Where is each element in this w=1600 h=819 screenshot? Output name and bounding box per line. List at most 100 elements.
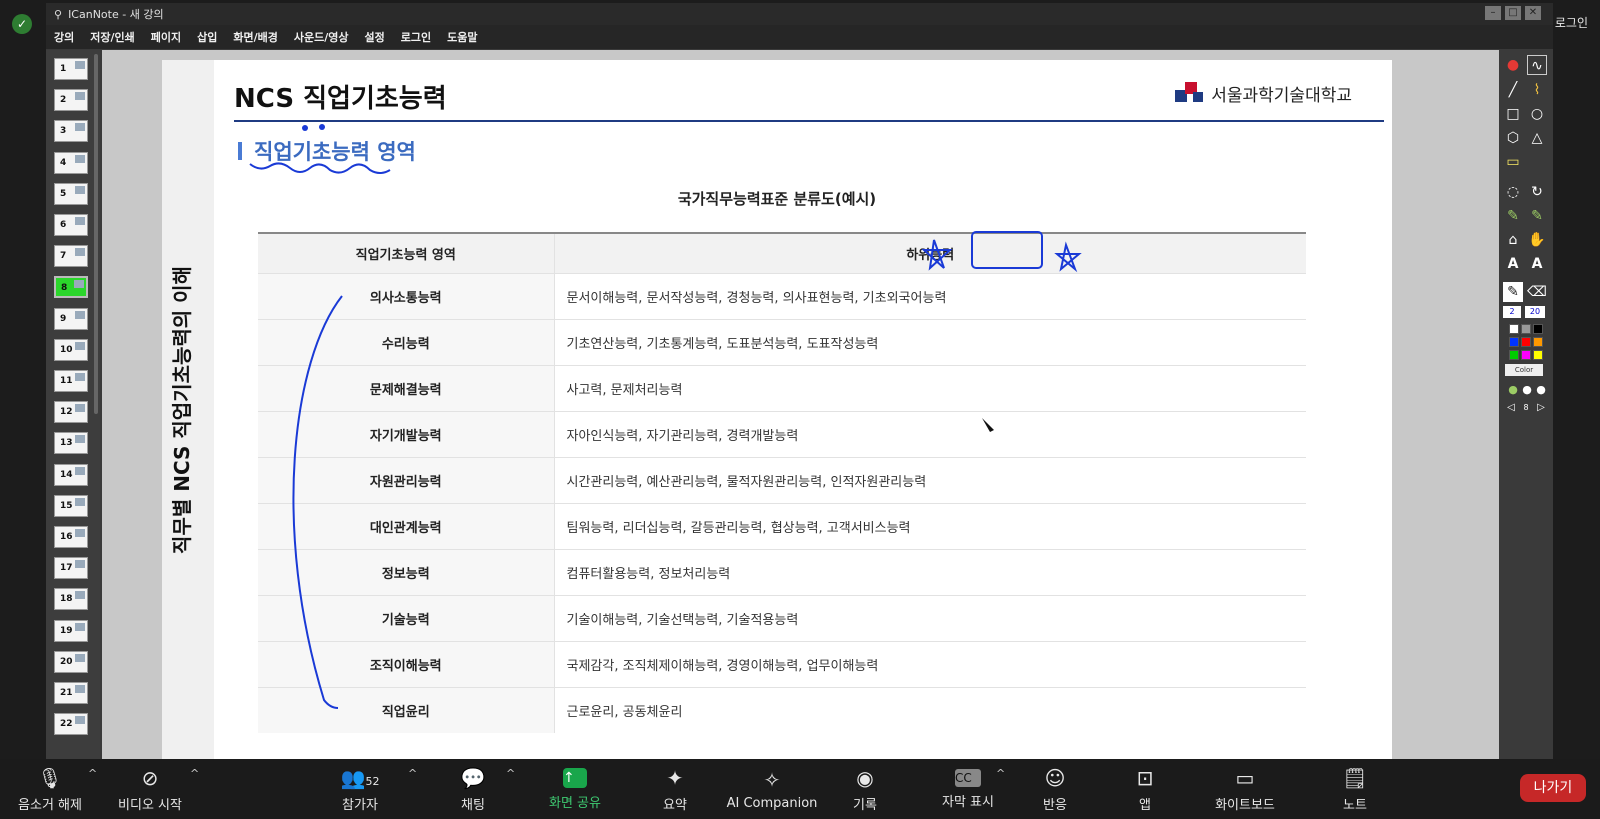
subskill-cell: 근로윤리, 공동체윤리 xyxy=(553,686,1306,733)
color-picker-button[interactable]: Color xyxy=(1505,364,1543,376)
notes-button[interactable]: 🗒 노트 xyxy=(1330,759,1380,819)
record-button[interactable]: ◉ 기록 xyxy=(840,759,890,819)
color-swatch[interactable] xyxy=(1509,324,1519,334)
page-number: 11 xyxy=(60,376,73,386)
record-icon: ◉ xyxy=(856,765,874,790)
page-thumbnail[interactable]: 6 xyxy=(54,214,88,236)
page-thumbnail[interactable]: 15 xyxy=(54,494,88,517)
page-thumbnail[interactable]: 10 xyxy=(54,338,88,361)
sticky-note-icon[interactable]: ▭ xyxy=(1503,152,1523,172)
page-thumbnail[interactable]: 4 xyxy=(54,151,88,174)
hexagon-tool-icon[interactable]: ⬡ xyxy=(1503,128,1523,148)
circle-tool-icon[interactable]: ○ xyxy=(1527,104,1547,124)
page-thumbnail-list[interactable]: 1 2 3 4 5 6 7 8 9 10 11 12 13 14 15 16 17 18 19 20 21 22 xyxy=(46,50,100,759)
whiteboard-button[interactable]: ▭ 화이트보드 xyxy=(1200,759,1290,819)
menu-lecture[interactable]: 강의 xyxy=(54,29,74,45)
color-swatch[interactable] xyxy=(1533,350,1543,360)
color-swatch[interactable] xyxy=(1533,337,1543,347)
share-screen-button[interactable]: ↑ 화면 공유 xyxy=(540,759,610,819)
chat-options-caret[interactable]: ^ xyxy=(506,767,515,780)
highlighter-alt-icon[interactable]: ✎ xyxy=(1527,206,1547,226)
page-thumbnail[interactable]: 22 xyxy=(54,713,88,736)
page-thumbnail[interactable]: 21 xyxy=(54,682,88,704)
area-cell: 의사소통능력 xyxy=(258,272,554,319)
unmute-button[interactable]: 🎙 음소거 해제 xyxy=(10,759,90,819)
audio-options-caret[interactable]: ^ xyxy=(88,767,97,780)
zoom-control-bar: 🎙 음소거 해제 ^ ⊘ 비디오 시작 ^ 👥52 참가자 ^ 💬 채팅 ^ ↑… xyxy=(0,759,1600,819)
table-row: 수리능력 기초연산능력, 기초통계능력, 도표분석능력, 도표작성능력 xyxy=(258,318,1306,365)
page-thumbnail[interactable]: 14 xyxy=(54,463,88,486)
page-thumbnail[interactable]: 17 xyxy=(54,557,88,580)
page-thumbnail[interactable]: 2 xyxy=(54,89,88,112)
page-thumbnail[interactable]: 20 xyxy=(54,650,88,673)
table-row: 문제해결능력 사고력, 문제처리능력 xyxy=(258,364,1306,411)
maximize-button[interactable]: □ xyxy=(1505,6,1521,20)
close-button[interactable]: ✕ xyxy=(1525,6,1541,20)
menu-page[interactable]: 페이지 xyxy=(151,29,181,45)
settings-dot-icon[interactable]: ● xyxy=(1531,380,1551,400)
rectangle-tool-icon[interactable]: □ xyxy=(1503,104,1523,124)
color-swatch[interactable] xyxy=(1521,337,1531,347)
page-thumbnail[interactable]: 11 xyxy=(54,370,88,392)
page-thumbnail[interactable]: 12 xyxy=(54,401,88,424)
highlight-line-icon[interactable]: ⌇ xyxy=(1527,80,1547,100)
eraser-size-select[interactable]: 20 xyxy=(1525,306,1545,318)
menu-save-print[interactable]: 저장/인쇄 xyxy=(90,29,135,45)
reactions-button[interactable]: ☺ 반응 xyxy=(1030,759,1080,819)
leave-button[interactable]: 나가기 xyxy=(1520,774,1586,802)
page-thumbnail[interactable]: 3 xyxy=(54,120,88,143)
page-thumbnail[interactable]: 5 xyxy=(54,182,88,205)
menu-screen-bg[interactable]: 화면/배경 xyxy=(233,29,278,45)
menu-help[interactable]: 도움말 xyxy=(447,29,477,45)
page-number: 14 xyxy=(60,469,73,480)
text-style-icon[interactable]: A xyxy=(1527,254,1547,274)
login-label[interactable]: 로그인 xyxy=(1555,14,1588,31)
color-swatch[interactable] xyxy=(1509,350,1519,360)
participants-button[interactable]: 👥52 참가자 xyxy=(330,759,390,819)
captions-options-caret[interactable]: ^ xyxy=(996,767,1005,780)
hand-pan-icon[interactable]: ✋ xyxy=(1527,230,1547,250)
page-thumbnail[interactable]: 1 xyxy=(54,58,88,80)
chat-button[interactable]: 💬 채팅 xyxy=(448,759,498,819)
ai-companion-button[interactable]: ✧ AI Companion xyxy=(722,759,822,819)
minimize-button[interactable]: – xyxy=(1485,6,1501,20)
color-swatch[interactable] xyxy=(1509,337,1519,347)
apps-button[interactable]: ⊡ 앱 xyxy=(1120,759,1170,819)
pen-size-select[interactable]: 2 xyxy=(1503,306,1521,318)
menu-settings[interactable]: 설정 xyxy=(365,29,385,45)
eraser-tool-icon[interactable]: ⌫ xyxy=(1527,282,1547,302)
menu-insert[interactable]: 삽입 xyxy=(197,29,217,45)
page-thumbnail[interactable]: 18 xyxy=(54,588,88,611)
next-page-icon[interactable]: ▷ xyxy=(1531,398,1551,418)
participants-options-caret[interactable]: ^ xyxy=(408,767,417,780)
reactions-icon: ☺ xyxy=(1044,765,1066,790)
page-thumbnail[interactable]: 16 xyxy=(54,526,88,548)
line-tool-icon[interactable]: ╱ xyxy=(1503,80,1523,100)
triangle-tool-icon[interactable]: △ xyxy=(1527,128,1547,148)
color-swatch[interactable] xyxy=(1521,324,1531,334)
thumbnail-scrollbar[interactable] xyxy=(94,54,98,414)
shapes-icon[interactable]: ⌂ xyxy=(1503,230,1523,250)
rotate-icon[interactable]: ↻ xyxy=(1527,182,1547,202)
lasso-select-icon[interactable]: ◌ xyxy=(1503,182,1523,202)
video-options-caret[interactable]: ^ xyxy=(190,767,199,780)
security-shield-icon[interactable]: ✓ xyxy=(12,14,32,34)
page-thumbnail[interactable]: 7 xyxy=(54,245,88,268)
record-dot-icon[interactable]: ● xyxy=(1503,55,1523,75)
text-tool-icon[interactable]: A xyxy=(1503,254,1523,274)
summary-button[interactable]: ✦ 요약 xyxy=(650,759,700,819)
page-thumbnail[interactable]: 9 xyxy=(54,307,88,330)
pen-tool-icon[interactable]: ✎ xyxy=(1503,282,1523,302)
menu-sound-video[interactable]: 사운드/영상 xyxy=(294,29,349,45)
page-thumbnail[interactable]: 13 xyxy=(54,432,88,455)
page-number: 1 xyxy=(60,64,67,74)
freehand-pen-icon[interactable]: ∿ xyxy=(1527,55,1547,75)
page-thumbnail[interactable]: 8 xyxy=(54,276,88,299)
color-swatch[interactable] xyxy=(1521,350,1531,360)
page-thumbnail[interactable]: 19 xyxy=(54,619,88,642)
menu-login[interactable]: 로그인 xyxy=(401,29,431,45)
highlighter-icon[interactable]: ✎ xyxy=(1503,206,1523,226)
start-video-button[interactable]: ⊘ 비디오 시작 xyxy=(110,759,190,819)
slide[interactable]: 직무별 NCS 직업기초능력의 이해 NCS 직업기초능력 서울과학기술대학교 … xyxy=(162,60,1392,760)
color-swatch[interactable] xyxy=(1533,324,1543,334)
